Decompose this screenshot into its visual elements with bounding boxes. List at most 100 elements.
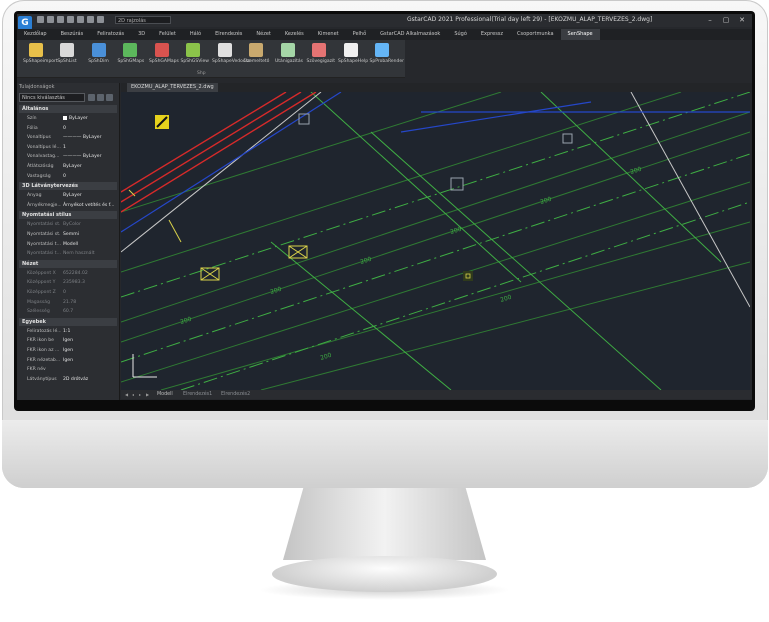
print-icon[interactable] (77, 16, 84, 23)
first-layout-arrow-icon[interactable]: ◀ (125, 390, 128, 399)
property-row[interactable]: Szélesség 60.7 (27, 307, 117, 316)
property-row[interactable]: Szín ByLayer (27, 114, 117, 123)
property-row[interactable]: Középpont Z 0 (27, 288, 117, 297)
ribbon-tab[interactable]: Csoportmunka (510, 29, 560, 40)
prev-layout-arrow-icon[interactable]: ◂ (132, 390, 134, 399)
ribbon-tab[interactable]: Kezelés (278, 29, 311, 40)
google-satellite-icon (154, 43, 169, 57)
quick-select-icon[interactable] (97, 94, 104, 101)
property-row[interactable]: Feliratozás lé... 1:1 (27, 327, 117, 336)
ribbon-tab[interactable]: Expressz (474, 29, 510, 40)
selection-dropdown[interactable]: Nincs kiválasztás (19, 93, 85, 102)
ribbon-tab[interactable]: GstarCAD Alkalmazások (373, 29, 447, 40)
ribbon-tab[interactable]: Kezdőlap (17, 29, 54, 40)
ribbon-button[interactable]: Utánigazítás (275, 43, 303, 64)
property-row[interactable]: Vonalvastag... ———— ByLayer (27, 152, 117, 161)
ribbon-tab[interactable]: Elrendezés (208, 29, 249, 40)
ribbon-button[interactable]: SpShapeHelp (338, 43, 368, 64)
property-key: Szélesség (27, 309, 50, 315)
property-row[interactable]: Látványtípus 2D drótváz (27, 375, 117, 384)
property-row[interactable]: FKR nézetab... Igen (27, 356, 117, 365)
open-file-icon[interactable] (47, 16, 54, 23)
property-row[interactable]: Vastagság 0 (27, 172, 117, 181)
property-key: FKR ikon be (27, 338, 55, 344)
property-row[interactable]: Átlátszóság ByLayer (27, 162, 117, 171)
property-row[interactable]: Nyomtatási t... Nem használt (27, 249, 117, 258)
maximize-button[interactable]: ▢ (718, 15, 734, 26)
ribbon-button[interactable]: SpShGMaps (118, 43, 144, 64)
ribbon-button[interactable]: SpShList (55, 43, 80, 64)
workspace-select[interactable]: 2D rajzolás (115, 16, 171, 24)
new-file-icon[interactable] (37, 16, 44, 23)
ribbon-tab[interactable]: Beszúrás (54, 29, 91, 40)
pipe-label: 200 (539, 196, 552, 206)
property-row[interactable]: Középpont X 652284.02 (27, 269, 117, 278)
undo-icon[interactable] (87, 16, 94, 23)
property-key: Nyomtatási st... (27, 222, 61, 228)
ribbon-button[interactable]: SpShapeVedocso (212, 43, 251, 64)
layout-tab-model[interactable]: Modell (157, 390, 173, 399)
color-swatch-icon (63, 115, 67, 120)
properties-section-header[interactable]: Egyebek (19, 317, 117, 326)
ribbon-tab[interactable]: Háló (183, 29, 208, 40)
ribbon-tab[interactable]: Nézet (249, 29, 277, 40)
property-row[interactable]: Árnyékmegje... Árnyékot vetítés és f... (27, 201, 117, 210)
property-row[interactable]: FKR név (27, 365, 117, 374)
next-layout-arrow-icon[interactable]: ▸ (139, 390, 141, 399)
ribbon-button[interactable]: SpShGSView (181, 43, 209, 64)
document-tab[interactable]: EKOZMU_ALAP_TERVEZES_2.dwg (127, 83, 218, 92)
property-value: ByColor (63, 222, 81, 228)
property-key: Átlátszóság (27, 164, 54, 169)
property-key: Magasság (27, 299, 51, 305)
ribbon-button[interactable]: Szövegigazít (306, 43, 336, 64)
property-row[interactable]: Nyomtatási st... ByColor (27, 220, 117, 229)
close-button[interactable]: ✕ (734, 15, 750, 26)
property-row[interactable]: Középpont Y 235983.3 (27, 278, 117, 287)
property-row[interactable]: FKR ikon az ... Igen (27, 346, 117, 355)
ribbon-button[interactable]: SpShGAMaps (149, 43, 179, 64)
select-objects-icon[interactable] (88, 94, 95, 101)
ribbon-tab[interactable]: Felület (152, 29, 183, 40)
ribbon-tab[interactable]: Kimenet (311, 29, 346, 40)
property-row[interactable]: FKR ikon be Igen (27, 336, 117, 345)
property-row[interactable]: Fólia 0 (27, 124, 117, 133)
property-key: Látványtípus (27, 376, 57, 382)
property-value: ———— ByLayer (63, 135, 102, 141)
ribbon-tab[interactable]: 3D (131, 29, 152, 40)
drawing-canvas[interactable]: 200 200 200 200 200 200 200 200 (121, 92, 750, 390)
quick-access-toolbar (37, 16, 104, 25)
pipe-label: 200 (629, 166, 642, 176)
app-logo-icon[interactable]: G (18, 16, 32, 30)
minimize-button[interactable]: – (702, 15, 718, 26)
property-row[interactable]: Nyomtatási st... Semmi (27, 230, 117, 239)
ribbon-tab[interactable]: Pelhő (346, 29, 374, 40)
ribbon-tab[interactable]: Feliratozás (90, 29, 131, 40)
save-as-icon[interactable] (67, 16, 74, 23)
property-row[interactable]: Vonaltípus lé... 1 (27, 143, 117, 152)
redo-icon[interactable] (97, 16, 104, 23)
ribbon-button[interactable]: SpShapeimport (23, 43, 58, 64)
ribbon-button[interactable]: SpProbaRender (370, 43, 404, 64)
property-row[interactable]: Vonaltípus ———— ByLayer (27, 133, 117, 142)
layout-tab-2[interactable]: Elrendezés2 (221, 390, 250, 399)
ribbon-button-label: Szövegigazít (306, 59, 336, 64)
properties-section-header[interactable]: Nyomtatási stílus (19, 211, 117, 220)
ribbon-button-label: SpShapeVedocso (212, 59, 251, 64)
ribbon-tab[interactable]: Súgó (447, 29, 474, 40)
ribbon-button[interactable]: SpShDim (86, 43, 111, 64)
property-value: Igen (63, 357, 74, 363)
properties-section-header[interactable]: 3D Látványtervezés (19, 182, 117, 191)
ribbon-tab[interactable]: SenShape (560, 29, 600, 40)
property-row[interactable]: Nyomtatási t... Modell (27, 240, 117, 249)
save-icon[interactable] (57, 16, 64, 23)
last-layout-arrow-icon[interactable]: ▶ (146, 390, 149, 399)
properties-section-header[interactable]: Általános (19, 105, 117, 113)
layout-tab-1[interactable]: Elrendezés1 (183, 390, 212, 399)
properties-section-header[interactable]: Nézet (19, 259, 117, 268)
property-row[interactable]: Magasság 21.78 (27, 298, 117, 307)
property-row[interactable]: Anyag ByLayer (27, 191, 117, 200)
property-key: Vonaltípus lé... (27, 144, 61, 150)
ribbon-button[interactable]: Üzemeltető (244, 43, 269, 64)
toggle-pickadd-icon[interactable] (106, 94, 113, 101)
property-value: 2D drótváz (63, 376, 89, 382)
